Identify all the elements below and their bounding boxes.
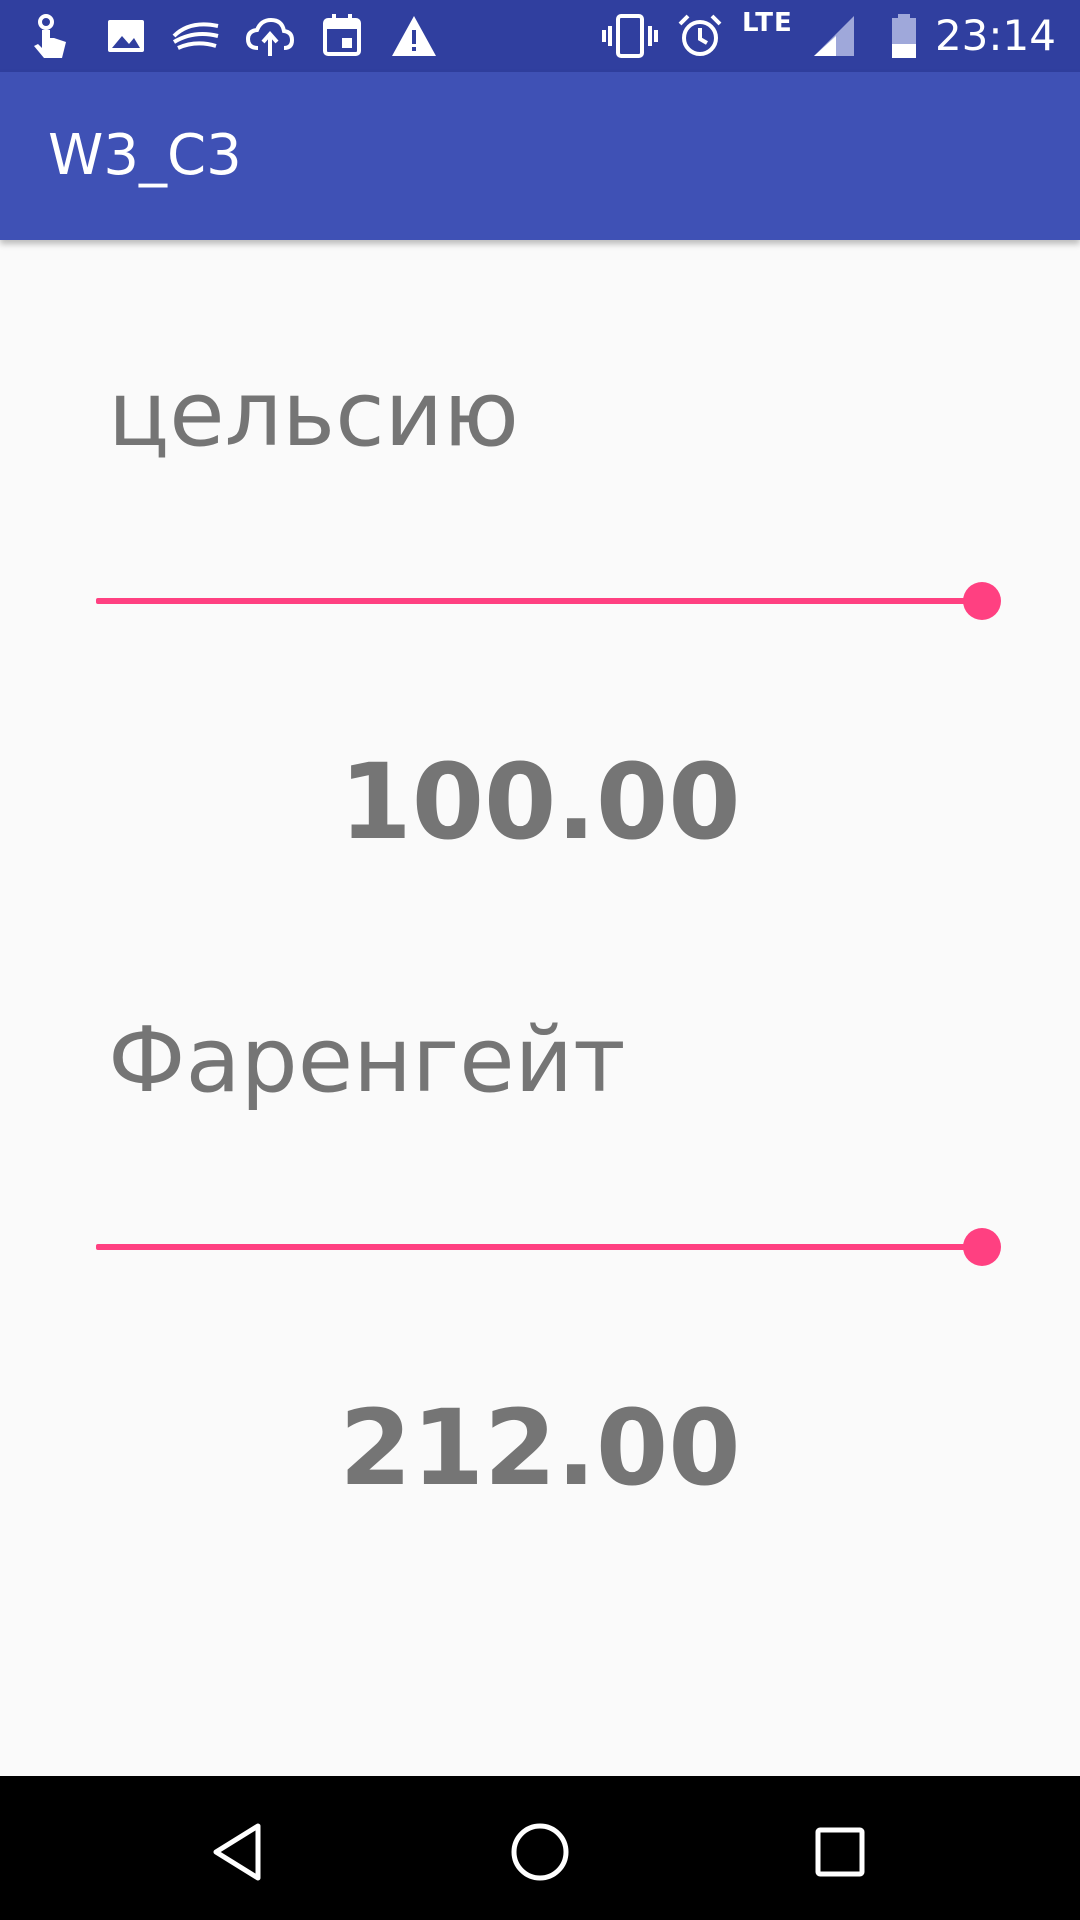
clock: 23:14 bbox=[934, 11, 1056, 60]
recents-icon[interactable] bbox=[800, 1812, 880, 1892]
celsius-slider-thumb[interactable] bbox=[963, 582, 1001, 620]
battery-icon bbox=[880, 12, 928, 60]
celsius-label: цельсию bbox=[108, 362, 519, 467]
fahrenheit-value: 212.00 bbox=[339, 1387, 741, 1509]
status-bar: LTE 23:14 bbox=[0, 0, 1080, 72]
alarm-icon bbox=[676, 12, 724, 60]
home-icon[interactable] bbox=[500, 1812, 580, 1892]
app-bar: W3_C3 bbox=[0, 72, 1080, 240]
swiftkey-icon bbox=[170, 12, 219, 60]
warning-icon bbox=[390, 12, 438, 60]
converter-content: цельсию 100.00 Фаренгейт 212.00 bbox=[0, 240, 1080, 1776]
fahrenheit-label: Фаренгейт bbox=[108, 1008, 626, 1113]
vibrate-icon bbox=[602, 12, 658, 60]
network-type: LTE bbox=[742, 8, 793, 38]
back-icon[interactable] bbox=[200, 1812, 280, 1892]
celsius-slider[interactable] bbox=[96, 570, 1002, 630]
fahrenheit-slider-track[interactable] bbox=[96, 1244, 982, 1250]
app-title: W3_C3 bbox=[48, 123, 242, 188]
fahrenheit-slider[interactable] bbox=[96, 1216, 1002, 1276]
celsius-slider-track[interactable] bbox=[96, 598, 982, 604]
cloud-upload-icon bbox=[244, 12, 295, 60]
navigation-bar bbox=[0, 1776, 1080, 1920]
calendar-icon bbox=[318, 12, 366, 60]
signal-icon bbox=[810, 12, 858, 60]
touch-icon bbox=[28, 12, 76, 60]
celsius-value: 100.00 bbox=[339, 741, 741, 863]
image-icon bbox=[102, 12, 150, 60]
fahrenheit-slider-thumb[interactable] bbox=[963, 1228, 1001, 1266]
